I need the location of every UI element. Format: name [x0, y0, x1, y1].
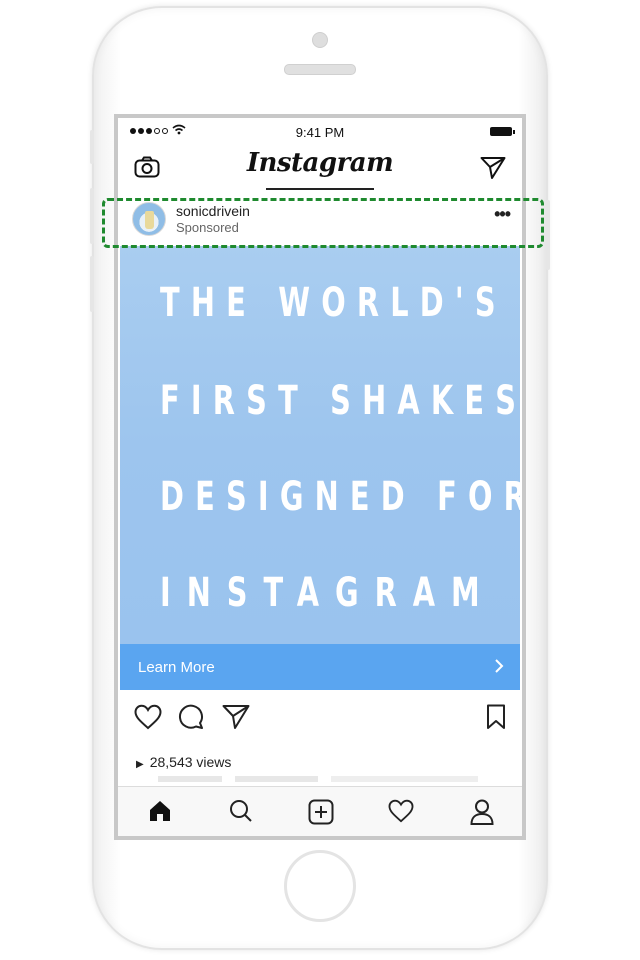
ad-image[interactable]: THE WORLD'S FIRST SHAKES DESIGNED FOR IN…	[120, 246, 522, 644]
views-count: ▶ 28,543 views	[136, 754, 231, 770]
sponsored-label: Sponsored	[176, 220, 239, 235]
instagram-app: 9:41 PM Instagram sonicdrivein Sponsored…	[118, 118, 522, 836]
tab-bar	[118, 786, 522, 836]
caption-preview	[158, 776, 478, 782]
post-header: sonicdrivein Sponsored •••	[118, 200, 522, 242]
ad-headline-line-1: THE WORLD'S	[160, 280, 507, 326]
post-username[interactable]: sonicdrivein	[176, 203, 250, 219]
page: 9:41 PM Instagram sonicdrivein Sponsored…	[0, 0, 640, 960]
more-dots-icon[interactable]: •••	[494, 204, 511, 224]
search-icon[interactable]	[229, 799, 253, 823]
play-triangle-icon: ▶	[136, 759, 144, 770]
home-button[interactable]	[284, 850, 356, 922]
status-time: 9:41 PM	[295, 125, 345, 140]
home-icon[interactable]	[148, 799, 172, 823]
chevron-right-icon	[495, 659, 504, 673]
bookmark-icon[interactable]	[486, 704, 506, 730]
share-icon[interactable]	[222, 704, 250, 730]
post-actions	[118, 700, 522, 736]
profile-icon[interactable]	[470, 799, 494, 825]
logo-underline	[266, 188, 374, 190]
volume-down-button	[90, 256, 94, 312]
mute-switch	[90, 130, 94, 164]
status-bar: 9:41 PM	[118, 118, 522, 144]
power-button	[546, 200, 550, 270]
activity-heart-icon[interactable]	[388, 799, 414, 823]
nav-bar: Instagram	[118, 144, 522, 196]
learn-more-label: Learn More	[138, 659, 215, 676]
phone-screen: 9:41 PM Instagram sonicdrivein Sponsored…	[114, 114, 526, 840]
comment-icon[interactable]	[178, 704, 204, 730]
earpiece-speaker	[284, 64, 356, 75]
direct-send-icon[interactable]	[480, 156, 506, 180]
battery-icon	[490, 127, 515, 136]
instagram-logo: Instagram	[246, 148, 394, 178]
volume-up-button	[90, 188, 94, 244]
learn-more-button[interactable]: Learn More	[120, 644, 520, 690]
avatar[interactable]	[132, 202, 166, 236]
ad-headline-line-3: DESIGNED FOR	[160, 474, 522, 520]
add-post-icon[interactable]	[308, 799, 334, 825]
front-camera	[312, 32, 328, 48]
heart-icon[interactable]	[134, 704, 162, 730]
ad-headline-line-2: FIRST SHAKES	[160, 378, 522, 424]
views-count-text: 28,543 views	[149, 754, 232, 770]
ad-headline-line-4: INSTAGRAM	[160, 570, 496, 616]
